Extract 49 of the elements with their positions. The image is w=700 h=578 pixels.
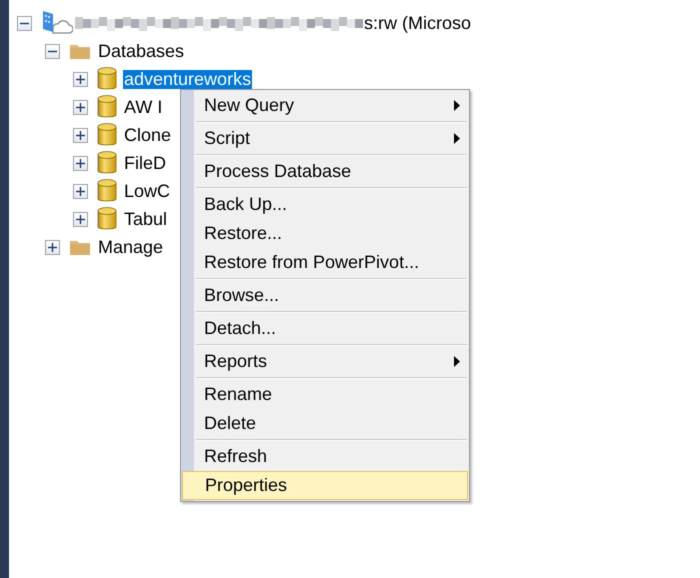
tree-item[interactable]: FileD (123, 154, 168, 172)
tree-item[interactable]: adventureworks (123, 70, 252, 88)
tree-item[interactable]: Manage (97, 238, 164, 256)
menu-item[interactable]: Refresh (182, 442, 468, 471)
plus-icon (76, 214, 85, 224)
tree-item[interactable]: AW I (123, 98, 164, 116)
plus-icon (76, 186, 85, 196)
tree-item[interactable]: Databases (97, 42, 186, 60)
expand-button[interactable] (73, 212, 88, 226)
expand-button[interactable] (73, 72, 88, 86)
database-icon (97, 178, 117, 204)
collapse-button[interactable] (17, 16, 32, 30)
menu-item[interactable]: Delete (182, 409, 468, 438)
menu-item[interactable]: Detach... (182, 314, 468, 343)
menu-item[interactable]: Properties (182, 471, 468, 500)
submenu-arrow-icon (454, 356, 460, 367)
menu-item[interactable]: Browse... (182, 281, 468, 310)
menu-item[interactable]: Script (182, 124, 468, 153)
menu-item[interactable]: Back Up... (182, 190, 468, 219)
expand-button[interactable] (45, 240, 60, 254)
menu-item[interactable]: Restore... (182, 219, 468, 248)
expand-button[interactable] (73, 100, 88, 114)
tree-item[interactable]: Tabul (123, 210, 168, 228)
plus-icon (76, 158, 85, 168)
database-icon (97, 206, 117, 232)
database-icon (97, 94, 117, 120)
expand-button[interactable] (73, 128, 88, 142)
folder-icon (69, 238, 91, 256)
submenu-arrow-icon (454, 100, 460, 111)
expand-button[interactable] (73, 184, 88, 198)
menu-item[interactable]: Process Database (182, 157, 468, 186)
menu-item[interactable]: Rename (182, 380, 468, 409)
tree-item[interactable]: LowC (123, 182, 172, 200)
plus-icon (76, 74, 85, 84)
expand-button[interactable] (73, 156, 88, 170)
menu-item[interactable]: Restore from PowerPivot... (182, 248, 468, 277)
submenu-arrow-icon (454, 133, 460, 144)
database-icon (97, 66, 117, 92)
plus-icon (48, 242, 57, 252)
menu-item[interactable]: Reports (182, 347, 468, 376)
database-icon (97, 150, 117, 176)
menu-item[interactable]: New Query (182, 91, 468, 120)
tree-item[interactable]: Clone (123, 126, 172, 144)
plus-icon (76, 102, 85, 112)
collapse-button[interactable] (45, 44, 60, 58)
folder-icon (69, 42, 91, 60)
tree-item[interactable]: s:rw (Microso (363, 14, 472, 32)
plus-icon (76, 130, 85, 140)
database-icon (97, 122, 117, 148)
